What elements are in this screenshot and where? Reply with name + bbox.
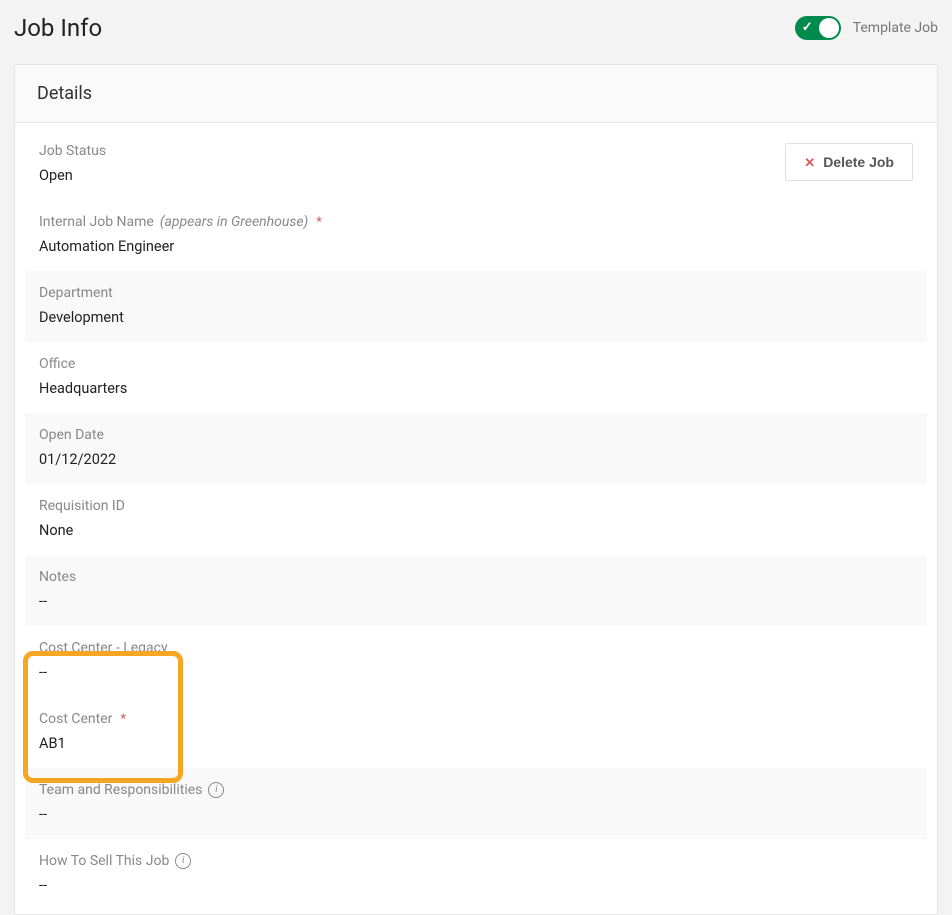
cost-center-value: AB1 [39,735,913,752]
field-internal-job-name[interactable]: Internal Job Name (appears in Greenhouse… [25,200,927,271]
field-how-to-sell[interactable]: How To Sell This Job i -- [25,839,927,910]
job-status-label: Job Status [39,143,785,159]
notes-value: -- [39,593,913,610]
toggle-handle [819,18,839,38]
template-job-label: Template Job [853,20,938,36]
requisition-id-label: Requisition ID [39,498,913,514]
cost-center-legacy-value: -- [39,664,913,681]
requisition-id-value: None [39,522,913,539]
details-card: Details Job Status Open ✕ Delete Job Int… [14,64,938,915]
field-office[interactable]: Office Headquarters [25,342,927,413]
how-to-sell-label: How To Sell This Job i [39,853,913,869]
details-header: Details [15,65,937,123]
team-responsibilities-label: Team and Responsibilities i [39,782,913,798]
page-header: Job Info ✓ Template Job [14,14,938,42]
open-date-label: Open Date [39,427,913,443]
info-icon[interactable]: i [175,853,191,869]
cost-center-label: Cost Center * [39,711,913,727]
notes-label: Notes [39,569,913,585]
office-label: Office [39,356,913,372]
team-responsibilities-value: -- [39,806,913,823]
close-icon: ✕ [804,156,815,169]
template-job-toggle[interactable]: ✓ [795,16,841,40]
field-notes[interactable]: Notes -- [25,555,927,626]
department-label: Department [39,285,913,301]
field-cost-center-legacy[interactable]: Cost Center - Legacy -- [25,626,927,697]
cost-center-legacy-label: Cost Center - Legacy [39,640,913,656]
template-job-toggle-wrap: ✓ Template Job [795,16,938,40]
field-job-status[interactable]: Job Status Open [39,143,785,184]
delete-job-button[interactable]: ✕ Delete Job [785,143,913,181]
field-department[interactable]: Department Development [25,271,927,342]
open-date-value: 01/12/2022 [39,451,913,468]
required-star-icon: * [316,215,322,230]
page-title: Job Info [14,14,102,42]
required-star-icon: * [120,712,126,727]
internal-job-name-value: Automation Engineer [39,238,913,255]
info-icon[interactable]: i [208,782,224,798]
office-value: Headquarters [39,380,913,397]
field-cost-center[interactable]: Cost Center * AB1 [25,697,927,768]
delete-job-label: Delete Job [823,154,894,170]
how-to-sell-value: -- [39,877,913,894]
details-body: Job Status Open ✕ Delete Job Internal Jo… [15,123,937,914]
internal-job-name-label: Internal Job Name (appears in Greenhouse… [39,214,913,230]
field-requisition-id[interactable]: Requisition ID None [25,484,927,555]
checkmark-icon: ✓ [802,20,813,35]
department-value: Development [39,309,913,326]
job-status-value: Open [39,167,785,184]
field-open-date[interactable]: Open Date 01/12/2022 [25,413,927,484]
field-team-responsibilities[interactable]: Team and Responsibilities i -- [25,768,927,839]
